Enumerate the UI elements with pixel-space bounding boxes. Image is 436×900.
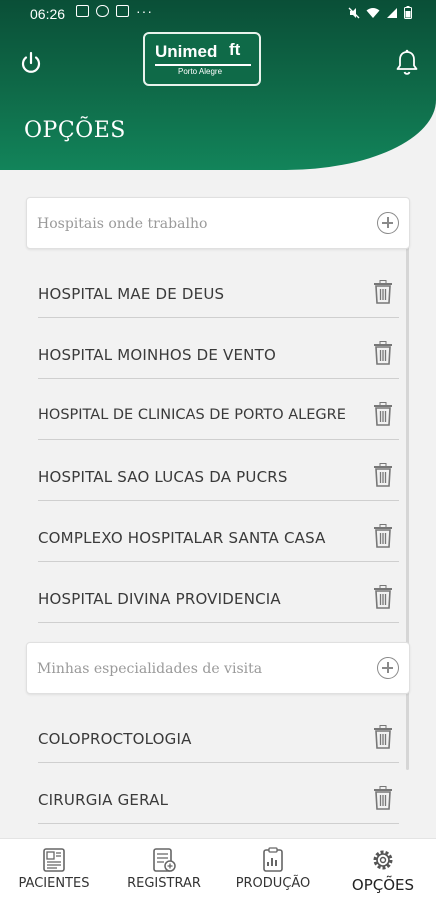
logo-mark-icon: ft: [229, 40, 241, 59]
hospitals-section-label: Hospitais onde trabalho: [37, 216, 208, 232]
hospital-name: HOSPITAL DE CLINICAS DE PORTO ALEGRE: [38, 407, 346, 423]
nav-registrar-label: REGISTRAR: [127, 876, 201, 891]
add-hospital-button[interactable]: [377, 212, 399, 234]
nav-pacientes-label: PACIENTES: [18, 876, 90, 891]
gallery-icon: [76, 5, 89, 17]
trash-icon[interactable]: [373, 725, 393, 749]
hospital-row: HOSPITAL SAO LUCAS DA PUCRS: [38, 451, 399, 501]
hospital-name: HOSPITAL MAE DE DEUS: [38, 285, 225, 303]
cloud-icon: [96, 5, 109, 17]
hospital-row: COMPLEXO HOSPITALAR SANTA CASA: [38, 512, 399, 562]
nav-producao-label: PRODUÇÃO: [235, 876, 311, 891]
options-content[interactable]: Hospitais onde trabalho HOSPITAL MAE DE …: [0, 170, 436, 838]
specialties-section-header: Minhas especialidades de visita: [26, 642, 410, 694]
trash-icon[interactable]: [373, 402, 393, 426]
app-header: 06:26 ··· Unimed ft Porto Alegre OPÇÕES: [0, 0, 436, 170]
specialty-name: CIRURGIA GERAL: [38, 791, 169, 809]
hospital-name: COMPLEXO HOSPITALAR SANTA CASA: [38, 529, 326, 547]
signal-icon: [387, 7, 397, 18]
nav-opcoes-label: OPÇÕES: [351, 876, 415, 894]
unimed-logo: Unimed ft Porto Alegre: [143, 32, 261, 86]
hospital-row: HOSPITAL DIVINA PROVIDENCIA: [38, 573, 399, 623]
specialty-row: COLOPROCTOLOGIA: [38, 713, 399, 763]
trash-icon[interactable]: [373, 280, 393, 304]
hospital-row: HOSPITAL DE CLINICAS DE PORTO ALEGRE: [38, 390, 399, 440]
page-title: OPÇÕES: [24, 118, 126, 143]
hospital-name: HOSPITAL DIVINA PROVIDENCIA: [38, 590, 281, 608]
logo-region: Porto Alegre: [178, 67, 223, 76]
specialties-section-label: Minhas especialidades de visita: [37, 661, 263, 677]
logo-divider: [155, 64, 251, 66]
gear-icon: [373, 850, 393, 870]
more-notifications-icon: ···: [136, 3, 153, 19]
status-time: 06:26: [30, 6, 66, 22]
notifications-bell-icon[interactable]: [394, 48, 420, 78]
nav-producao[interactable]: PRODUÇÃO: [226, 839, 320, 900]
hospital-row: HOSPITAL MOINHOS DE VENTO: [38, 329, 399, 379]
shopping-bag-icon: [116, 5, 129, 17]
trash-icon[interactable]: [373, 524, 393, 548]
nav-opcoes[interactable]: OPÇÕES: [338, 839, 428, 900]
options-screen: 06:26 ··· Unimed ft Porto Alegre OPÇÕES …: [0, 0, 436, 900]
add-specialty-button[interactable]: [377, 657, 399, 679]
battery-icon: [404, 6, 412, 19]
trash-icon[interactable]: [373, 786, 393, 810]
logo-brand: Unimed: [155, 42, 218, 61]
system-icons: [348, 6, 412, 19]
trash-icon[interactable]: [373, 463, 393, 487]
patients-icon: [43, 848, 65, 872]
bottom-navigation: PACIENTES REGISTRAR PRODUÇÃO OPÇÕES: [0, 838, 436, 900]
hospital-row: HOSPITAL MAE DE DEUS: [38, 268, 399, 318]
nav-registrar[interactable]: REGISTRAR: [118, 839, 210, 900]
specialty-row: CIRURGIA GERAL: [38, 774, 399, 824]
specialty-name: COLOPROCTOLOGIA: [38, 730, 192, 748]
hospital-name: HOSPITAL MOINHOS DE VENTO: [38, 346, 276, 364]
trash-icon[interactable]: [373, 585, 393, 609]
trash-icon[interactable]: [373, 341, 393, 365]
nav-pacientes[interactable]: PACIENTES: [8, 839, 100, 900]
notification-icons: ···: [76, 3, 153, 19]
production-icon: [263, 847, 283, 872]
hospitals-section-header: Hospitais onde trabalho: [26, 197, 410, 249]
wifi-icon: [366, 7, 380, 18]
mute-icon: [348, 7, 360, 18]
register-icon: [153, 848, 176, 872]
hospital-name: HOSPITAL SAO LUCAS DA PUCRS: [38, 468, 288, 486]
status-bar: 06:26 ···: [0, 0, 436, 30]
logout-power-icon[interactable]: [18, 50, 44, 76]
